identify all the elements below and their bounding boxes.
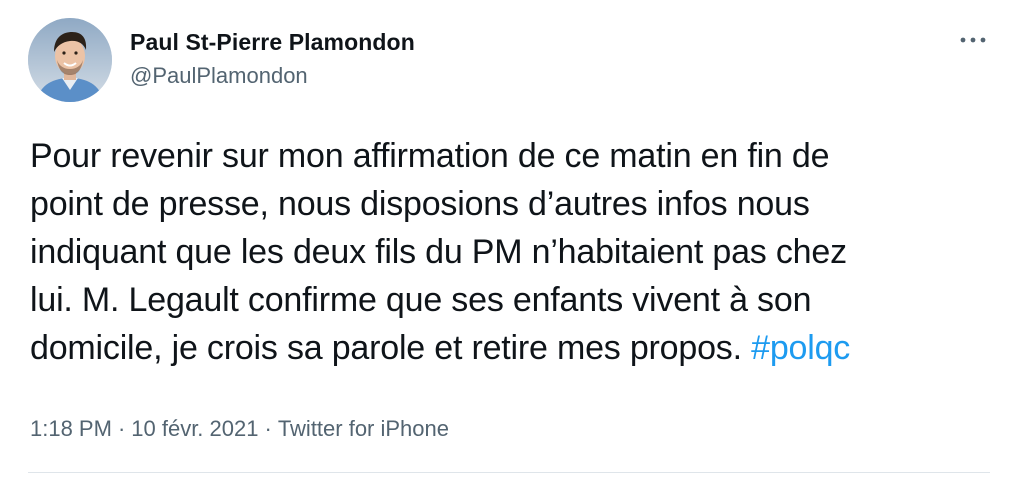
profile-photo-icon xyxy=(28,18,112,102)
author-display-name[interactable]: Paul St-Pierre Plamondon xyxy=(130,27,415,57)
author-handle[interactable]: @PaulPlamondon xyxy=(130,61,415,91)
tweet-card: Paul St-Pierre Plamondon @PaulPlamondon … xyxy=(0,0,1018,486)
tweet-text: Pour revenir sur mon affirmation de ce m… xyxy=(30,132,995,372)
tweet-text-line-part: domicile, je crois sa parole et retire m… xyxy=(30,329,742,367)
hashtag-link[interactable]: #polqc xyxy=(751,329,850,367)
tweet-date[interactable]: 10 févr. 2021 xyxy=(131,416,258,441)
author-info: Paul St-Pierre Plamondon @PaulPlamondon xyxy=(130,27,415,91)
meta-separator: · xyxy=(117,416,126,441)
more-horizontal-icon xyxy=(960,37,986,43)
tweet-time[interactable]: 1:18 PM xyxy=(30,416,112,441)
tweet-text-line: point de presse, nous disposions d’autre… xyxy=(30,185,810,223)
tweet-text-line: domicile, je crois sa parole et retire m… xyxy=(30,324,995,372)
more-options-button[interactable] xyxy=(956,28,990,52)
tweet-meta: 1:18 PM · 10 févr. 2021 · Twitter for iPhone xyxy=(30,414,449,444)
avatar[interactable] xyxy=(28,18,112,102)
meta-separator: · xyxy=(264,416,272,441)
tweet-text-line: indiquant que les deux fils du PM n’habi… xyxy=(30,233,847,271)
divider xyxy=(28,472,990,473)
tweet-text-line: Pour revenir sur mon affirmation de ce m… xyxy=(30,137,830,175)
tweet-text-line: lui. M. Legault confirme que ses enfants… xyxy=(30,281,812,319)
tweet-source[interactable]: Twitter for iPhone xyxy=(278,416,449,441)
